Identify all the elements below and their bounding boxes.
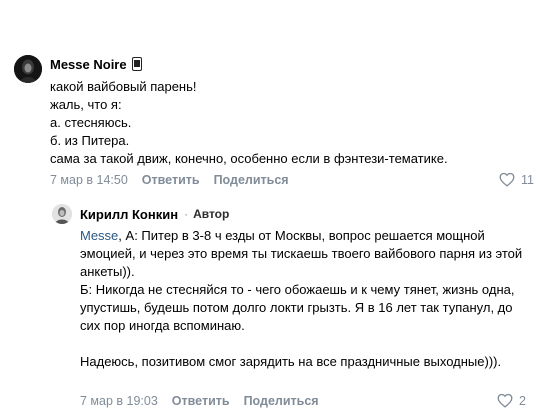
- comment-footer: 7 мар в 14:50 Ответить Поделиться 11: [50, 172, 534, 187]
- comment-date[interactable]: 7 мар в 14:50: [50, 173, 128, 187]
- comment-text: Messe, А: Питер в 3-8 ч езды от Москвы, …: [80, 227, 530, 371]
- avatar[interactable]: [14, 55, 42, 83]
- comment-header: Messe Noire: [50, 56, 142, 72]
- mention-link[interactable]: Messe: [80, 228, 118, 243]
- reply-button[interactable]: Ответить: [142, 173, 200, 187]
- comment-line: жаль, что я:: [50, 97, 122, 112]
- comment-footer: 7 мар в 19:03 Ответить Поделиться 2: [80, 393, 526, 408]
- comment-text: какой вайбовый парень! жаль, что я: а. с…: [50, 78, 530, 168]
- comment-header: Кирилл Конкин · Автор: [80, 206, 229, 222]
- comment-line: какой вайбовый парень!: [50, 79, 197, 94]
- share-button[interactable]: Поделиться: [244, 394, 319, 408]
- avatar[interactable]: [52, 204, 72, 224]
- author-badge: Автор: [193, 207, 230, 221]
- like-button[interactable]: 11: [499, 172, 534, 187]
- comment-body: , А: Питер в 3-8 ч езды от Москвы, вопро…: [80, 228, 523, 369]
- like-count: 11: [521, 172, 534, 187]
- like-count: 2: [519, 393, 526, 408]
- separator: ·: [184, 207, 189, 221]
- share-button[interactable]: Поделиться: [214, 173, 289, 187]
- comment-line: а. стесняюсь.: [50, 115, 132, 130]
- author-name[interactable]: Messe Noire: [50, 57, 127, 72]
- comment-date[interactable]: 7 мар в 19:03: [80, 394, 158, 408]
- comment-line: б. из Питера.: [50, 133, 130, 148]
- like-button[interactable]: 2: [497, 393, 526, 408]
- comment-line: сама за такой движ, конечно, особенно ес…: [50, 151, 448, 166]
- author-name[interactable]: Кирилл Конкин: [80, 207, 178, 222]
- reply-button[interactable]: Ответить: [172, 394, 230, 408]
- phone-emoji-icon: [131, 57, 142, 71]
- heart-icon: [497, 393, 513, 408]
- heart-icon: [499, 172, 515, 187]
